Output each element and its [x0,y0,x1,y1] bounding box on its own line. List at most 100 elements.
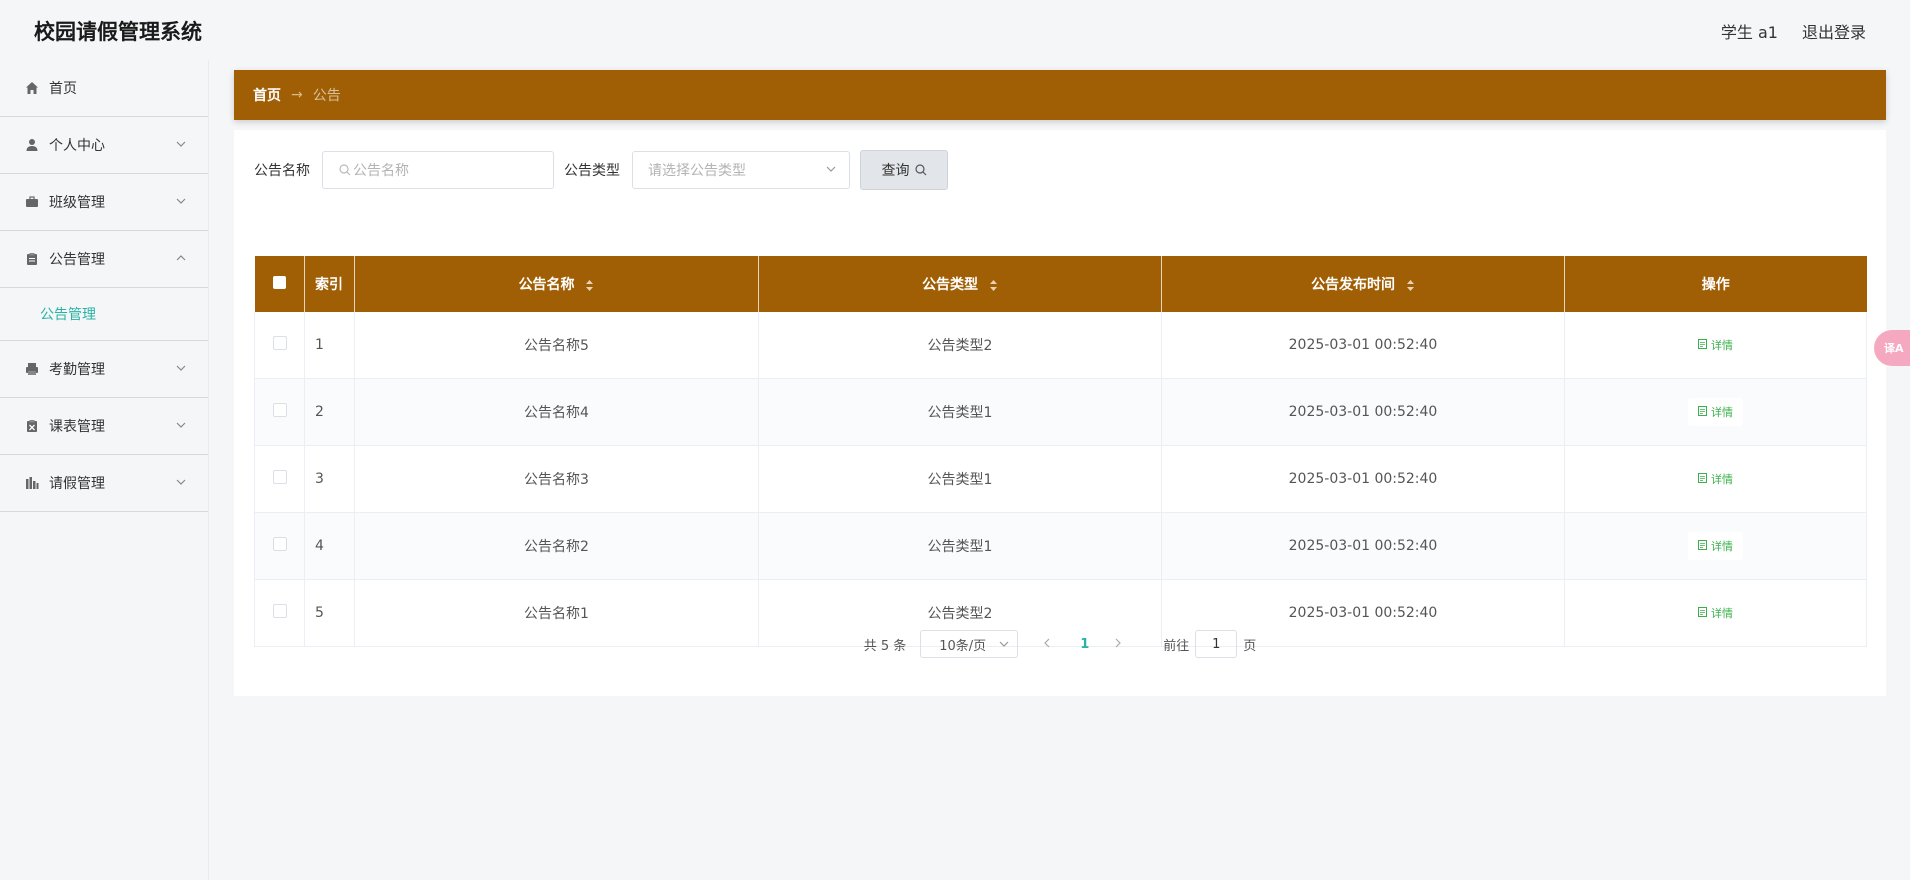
clipboard-icon [24,251,40,267]
sort-icon[interactable] [1406,279,1415,292]
sort-icon[interactable] [585,279,594,292]
row-checkbox[interactable] [254,312,305,379]
breadcrumb-separator: → [291,87,303,103]
chevron-down-icon [176,418,186,434]
row-checkbox[interactable] [254,445,305,513]
breadcrumb-current: 公告 [312,88,341,104]
table-row: 3 公告名称3 公告类型1 2025-03-01 00:52:40 详情 [254,445,1867,513]
sort-icon[interactable] [989,279,998,292]
row-notice-type: 公告类型1 [758,378,1162,446]
row-notice-name: 公告名称5 [354,312,759,379]
notice-name-label: 公告名称 [254,163,310,179]
page-size-select[interactable]: 10条/页 [920,630,1019,658]
detail-button-label: 详情 [1711,540,1733,553]
row-publish-time: 2025-03-01 00:52:40 [1161,312,1565,379]
row-notice-name: 公告名称4 [354,378,759,446]
row-notice-name: 公告名称3 [354,445,759,513]
chevron-down-icon [176,361,186,377]
sidebar-item-schedule[interactable]: 课表管理 [0,398,208,455]
chevron-down-icon [999,638,1009,653]
user-role-label[interactable]: 学生 a1 [1721,19,1778,43]
row-publish-time: 2025-03-01 00:52:40 [1161,378,1565,446]
checkbox-icon [272,275,286,289]
sidebar: 首页 个人中心 班级管理 公告管理 公告管理 考勤管理 课表管理 请假管理 [0,60,209,880]
checkbox-icon [272,604,287,618]
goto-label: 前往 [1163,638,1190,654]
chart-icon [24,475,40,491]
next-page-button[interactable] [1113,637,1123,652]
column-header-label: 公告发布时间 [1311,277,1396,293]
detail-button[interactable]: 详情 [1688,532,1743,560]
detail-button[interactable]: 详情 [1688,599,1743,627]
row-notice-name: 公告名称2 [354,512,759,580]
document-icon [1698,405,1707,419]
top-bar: 校园请假管理系统 学生 a1 退出登录 [0,0,1910,60]
breadcrumb-home[interactable]: 首页 [253,85,281,105]
row-actions: 详情 [1564,312,1867,379]
table-header-row: 索引 公告名称 公告类型 公告发布时间 操作 [254,256,1867,312]
detail-button-label: 详情 [1711,339,1733,352]
sidebar-item-leave[interactable]: 请假管理 [0,455,208,512]
checkbox-icon [272,537,287,551]
notice-table: 索引 公告名称 公告类型 公告发布时间 操作 1 公告名称5 公告类型2 202… [254,256,1867,647]
user-icon [24,137,40,153]
sidebar-item-home[interactable]: 首页 [0,60,208,117]
column-header-time[interactable]: 公告发布时间 [1161,256,1565,312]
notice-name-placeholder: 公告名称 [353,163,409,179]
pagination: 共 5 条 10条/页 1 前往 1 页 [234,630,1886,658]
query-button[interactable]: 查询 [860,150,948,190]
total-count: 共 5 条 [863,638,907,654]
column-header-name[interactable]: 公告名称 [354,256,759,312]
document-icon [1698,539,1707,553]
detail-button-label: 详情 [1711,473,1733,486]
row-index: 4 [304,512,355,580]
column-header-type[interactable]: 公告类型 [758,256,1162,312]
sidebar-item-label: 考勤管理 [49,362,105,378]
column-header-label: 公告名称 [518,277,575,293]
chevron-up-icon [176,251,186,267]
page-number[interactable]: 1 [1080,637,1089,652]
sidebar-item-label: 首页 [49,81,77,97]
chevron-right-icon [1115,638,1122,647]
breadcrumb: 首页 → 公告 [234,70,1886,120]
chevron-down-icon [176,137,186,153]
notice-type-select[interactable]: 请选择公告类型 [632,151,850,189]
detail-button[interactable]: 详情 [1688,398,1743,426]
briefcase-icon [24,194,40,210]
row-actions: 详情 [1564,378,1867,446]
logout-button[interactable]: 退出登录 [1802,19,1866,43]
sidebar-item-label: 班级管理 [49,195,105,211]
sidebar-item-label: 课表管理 [49,419,105,435]
search-icon [914,164,927,176]
row-notice-type: 公告类型2 [758,312,1162,379]
column-header-action: 操作 [1564,256,1867,312]
prev-page-button[interactable] [1042,637,1052,652]
checklist-icon [24,418,40,434]
chevron-down-icon [825,163,837,179]
notice-name-input[interactable]: 公告名称 [322,151,554,189]
search-icon [339,164,351,176]
goto-page-input[interactable]: 1 [1195,630,1238,658]
home-icon [24,80,40,96]
detail-button[interactable]: 详情 [1688,465,1743,493]
sidebar-item-profile[interactable]: 个人中心 [0,117,208,174]
detail-button-label: 详情 [1711,406,1733,419]
sidebar-item-label: 请假管理 [49,476,105,492]
row-actions: 详情 [1564,512,1867,580]
column-header-index: 索引 [304,256,355,312]
sidebar-item-notice[interactable]: 公告管理 [0,231,208,288]
row-checkbox[interactable] [254,378,305,446]
document-icon [1698,472,1707,486]
detail-button-label: 详情 [1711,607,1733,620]
checkbox-icon [272,470,287,484]
sidebar-subitem-notice-manage[interactable]: 公告管理 [0,288,208,341]
select-all-checkbox[interactable] [254,256,305,312]
sidebar-item-attendance[interactable]: 考勤管理 [0,341,208,398]
sidebar-item-class[interactable]: 班级管理 [0,174,208,231]
detail-button[interactable]: 详情 [1688,331,1743,359]
sidebar-item-label: 公告管理 [49,252,105,268]
printer-icon [24,361,40,377]
translate-float-button[interactable]: 译A [1874,330,1910,366]
query-button-label: 查询 [881,163,910,179]
row-checkbox[interactable] [254,512,305,580]
